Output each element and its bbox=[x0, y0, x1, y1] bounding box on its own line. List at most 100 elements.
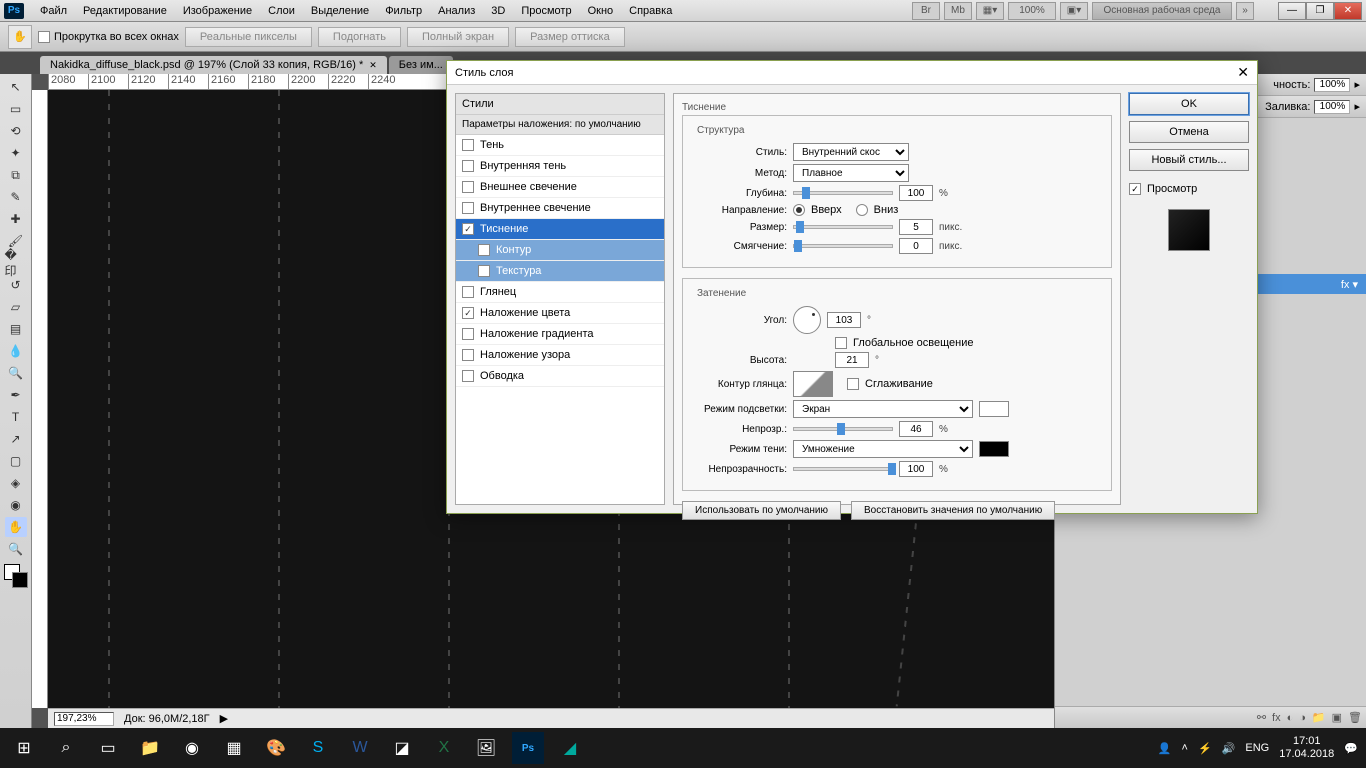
menu-edit[interactable]: Редактирование bbox=[75, 3, 175, 19]
new-layer-icon[interactable]: ▣ bbox=[1332, 711, 1342, 724]
antialias-checkbox[interactable] bbox=[847, 378, 859, 390]
styles-header[interactable]: Стили bbox=[456, 94, 664, 115]
direction-up-radio[interactable] bbox=[793, 204, 805, 216]
lasso-tool[interactable]: ⟲ bbox=[5, 121, 27, 141]
technique-select[interactable]: Плавное bbox=[793, 164, 909, 182]
3dsmax-icon[interactable]: ◢ bbox=[554, 732, 586, 764]
style-select[interactable]: Внутренний скос bbox=[793, 143, 909, 161]
make-default-button[interactable]: Использовать по умолчанию bbox=[682, 501, 841, 520]
history-brush-tool[interactable]: ↺ bbox=[5, 275, 27, 295]
stamp-tool[interactable]: �印 bbox=[5, 253, 27, 273]
chevron-right-icon[interactable]: ▸ bbox=[1354, 100, 1360, 113]
new-style-button[interactable]: Новый стиль... bbox=[1129, 149, 1249, 171]
excel-icon[interactable]: X bbox=[428, 732, 460, 764]
close-icon[interactable]: ✕ bbox=[1237, 64, 1249, 81]
app-icon[interactable]: ◪ bbox=[386, 732, 418, 764]
healing-tool[interactable]: ✚ bbox=[5, 209, 27, 229]
menu-layer[interactable]: Слои bbox=[260, 3, 303, 19]
explorer-icon[interactable]: 📁 bbox=[134, 732, 166, 764]
window-close-button[interactable]: ✕ bbox=[1334, 2, 1362, 20]
language-indicator[interactable]: ENG bbox=[1245, 742, 1269, 754]
pen-tool[interactable]: ✒ bbox=[5, 385, 27, 405]
style-stroke[interactable]: Обводка bbox=[456, 366, 664, 387]
style-drop-shadow[interactable]: Тень bbox=[456, 135, 664, 156]
scroll-all-windows-checkbox[interactable]: Прокрутка во всех окнах bbox=[38, 31, 179, 43]
zoom-level[interactable]: 100% bbox=[1008, 2, 1056, 20]
menu-analysis[interactable]: Анализ bbox=[430, 3, 483, 19]
zoom-input[interactable] bbox=[54, 712, 114, 726]
ok-button[interactable]: OK bbox=[1129, 93, 1249, 115]
style-gradient-overlay[interactable]: Наложение градиента bbox=[456, 324, 664, 345]
global-light-checkbox[interactable] bbox=[835, 337, 847, 349]
mask-icon[interactable]: ◐ bbox=[1287, 712, 1294, 724]
style-color-overlay[interactable]: ✓Наложение цвета bbox=[456, 303, 664, 324]
size-input[interactable] bbox=[899, 219, 933, 235]
people-icon[interactable]: 👤 bbox=[1158, 742, 1172, 755]
screen-mode-button[interactable]: ▣▾ bbox=[1060, 2, 1088, 20]
menu-help[interactable]: Справка bbox=[621, 3, 680, 19]
marquee-tool[interactable]: ▭ bbox=[5, 99, 27, 119]
chevron-right-icon[interactable]: ▶ bbox=[220, 712, 228, 725]
gloss-contour[interactable] bbox=[793, 371, 833, 397]
style-pattern-overlay[interactable]: Наложение узора bbox=[456, 345, 664, 366]
type-tool[interactable]: T bbox=[5, 407, 27, 427]
workspace-more-icon[interactable]: » bbox=[1236, 2, 1254, 20]
blur-tool[interactable]: 💧 bbox=[5, 341, 27, 361]
dialog-titlebar[interactable]: Стиль слоя ✕ bbox=[447, 61, 1257, 85]
eyedropper-tool[interactable]: ✎ bbox=[5, 187, 27, 207]
blending-defaults[interactable]: Параметры наложения: по умолчанию bbox=[456, 115, 664, 135]
document-tab[interactable]: Без им... bbox=[389, 56, 453, 74]
menu-view[interactable]: Просмотр bbox=[513, 3, 579, 19]
trash-icon[interactable]: 🗑 bbox=[1348, 711, 1362, 724]
shadow-opacity-input[interactable] bbox=[899, 461, 933, 477]
shadow-mode-select[interactable]: Умножение bbox=[793, 440, 973, 458]
shadow-color[interactable] bbox=[979, 441, 1009, 457]
fx-icon[interactable]: fx bbox=[1272, 712, 1281, 724]
zoom-tool[interactable]: 🔍 bbox=[5, 539, 27, 559]
fit-screen-button[interactable]: Подогнать bbox=[318, 27, 401, 47]
window-restore-button[interactable]: ❐ bbox=[1306, 2, 1334, 20]
menu-window[interactable]: Окно bbox=[580, 3, 622, 19]
crop-tool[interactable]: ⧉ bbox=[5, 165, 27, 185]
document-tab-active[interactable]: Nakidka_diffuse_black.psd @ 197% (Слой 3… bbox=[40, 56, 387, 74]
photos-icon[interactable]: 🖼 bbox=[470, 732, 502, 764]
wand-tool[interactable]: ✦ bbox=[5, 143, 27, 163]
adjustment-icon[interactable]: ◑ bbox=[1299, 712, 1306, 724]
3d-camera-tool[interactable]: ◉ bbox=[5, 495, 27, 515]
soften-slider[interactable] bbox=[793, 244, 893, 248]
path-tool[interactable]: ↗ bbox=[5, 429, 27, 449]
actual-pixels-button[interactable]: Реальные пикселы bbox=[185, 27, 312, 47]
soften-input[interactable] bbox=[899, 238, 933, 254]
background-color[interactable] bbox=[12, 572, 28, 588]
style-contour[interactable]: Контур bbox=[456, 240, 664, 261]
opacity-value[interactable]: 100% bbox=[1314, 78, 1350, 92]
shadow-opacity-slider[interactable] bbox=[793, 467, 893, 471]
fx-badge[interactable]: fx ▾ bbox=[1341, 278, 1358, 291]
photoshop-icon[interactable]: Ps bbox=[512, 732, 544, 764]
bridge-button[interactable]: Br bbox=[912, 2, 940, 20]
full-screen-button[interactable]: Полный экран bbox=[407, 27, 509, 47]
arrange-button[interactable]: ▦▾ bbox=[976, 2, 1004, 20]
altitude-input[interactable] bbox=[835, 352, 869, 368]
notifications-icon[interactable]: 💬 bbox=[1344, 742, 1358, 755]
workspace-selector[interactable]: Основная рабочая среда bbox=[1092, 2, 1232, 20]
gradient-tool[interactable]: ▤ bbox=[5, 319, 27, 339]
menu-3d[interactable]: 3D bbox=[483, 3, 513, 19]
folder-icon[interactable]: 📁 bbox=[1312, 711, 1326, 724]
fill-value[interactable]: 100% bbox=[1314, 100, 1350, 114]
clock[interactable]: 17:01 17.04.2018 bbox=[1279, 735, 1334, 761]
network-icon[interactable]: ⚡ bbox=[1198, 742, 1212, 755]
menu-select[interactable]: Выделение bbox=[303, 3, 377, 19]
direction-down-radio[interactable] bbox=[856, 204, 868, 216]
calculator-icon[interactable]: ▦ bbox=[218, 732, 250, 764]
minibridge-button[interactable]: Mb bbox=[944, 2, 972, 20]
shape-tool[interactable]: ▢ bbox=[5, 451, 27, 471]
style-bevel-emboss[interactable]: ✓Тиснение bbox=[456, 219, 664, 240]
link-icon[interactable]: ⚯ bbox=[1257, 711, 1266, 724]
depth-input[interactable] bbox=[899, 185, 933, 201]
highlight-opacity-slider[interactable] bbox=[793, 427, 893, 431]
eraser-tool[interactable]: ▱ bbox=[5, 297, 27, 317]
color-swatches[interactable] bbox=[4, 564, 28, 588]
style-inner-glow[interactable]: Внутреннее свечение bbox=[456, 198, 664, 219]
move-tool[interactable]: ↖ bbox=[5, 77, 27, 97]
